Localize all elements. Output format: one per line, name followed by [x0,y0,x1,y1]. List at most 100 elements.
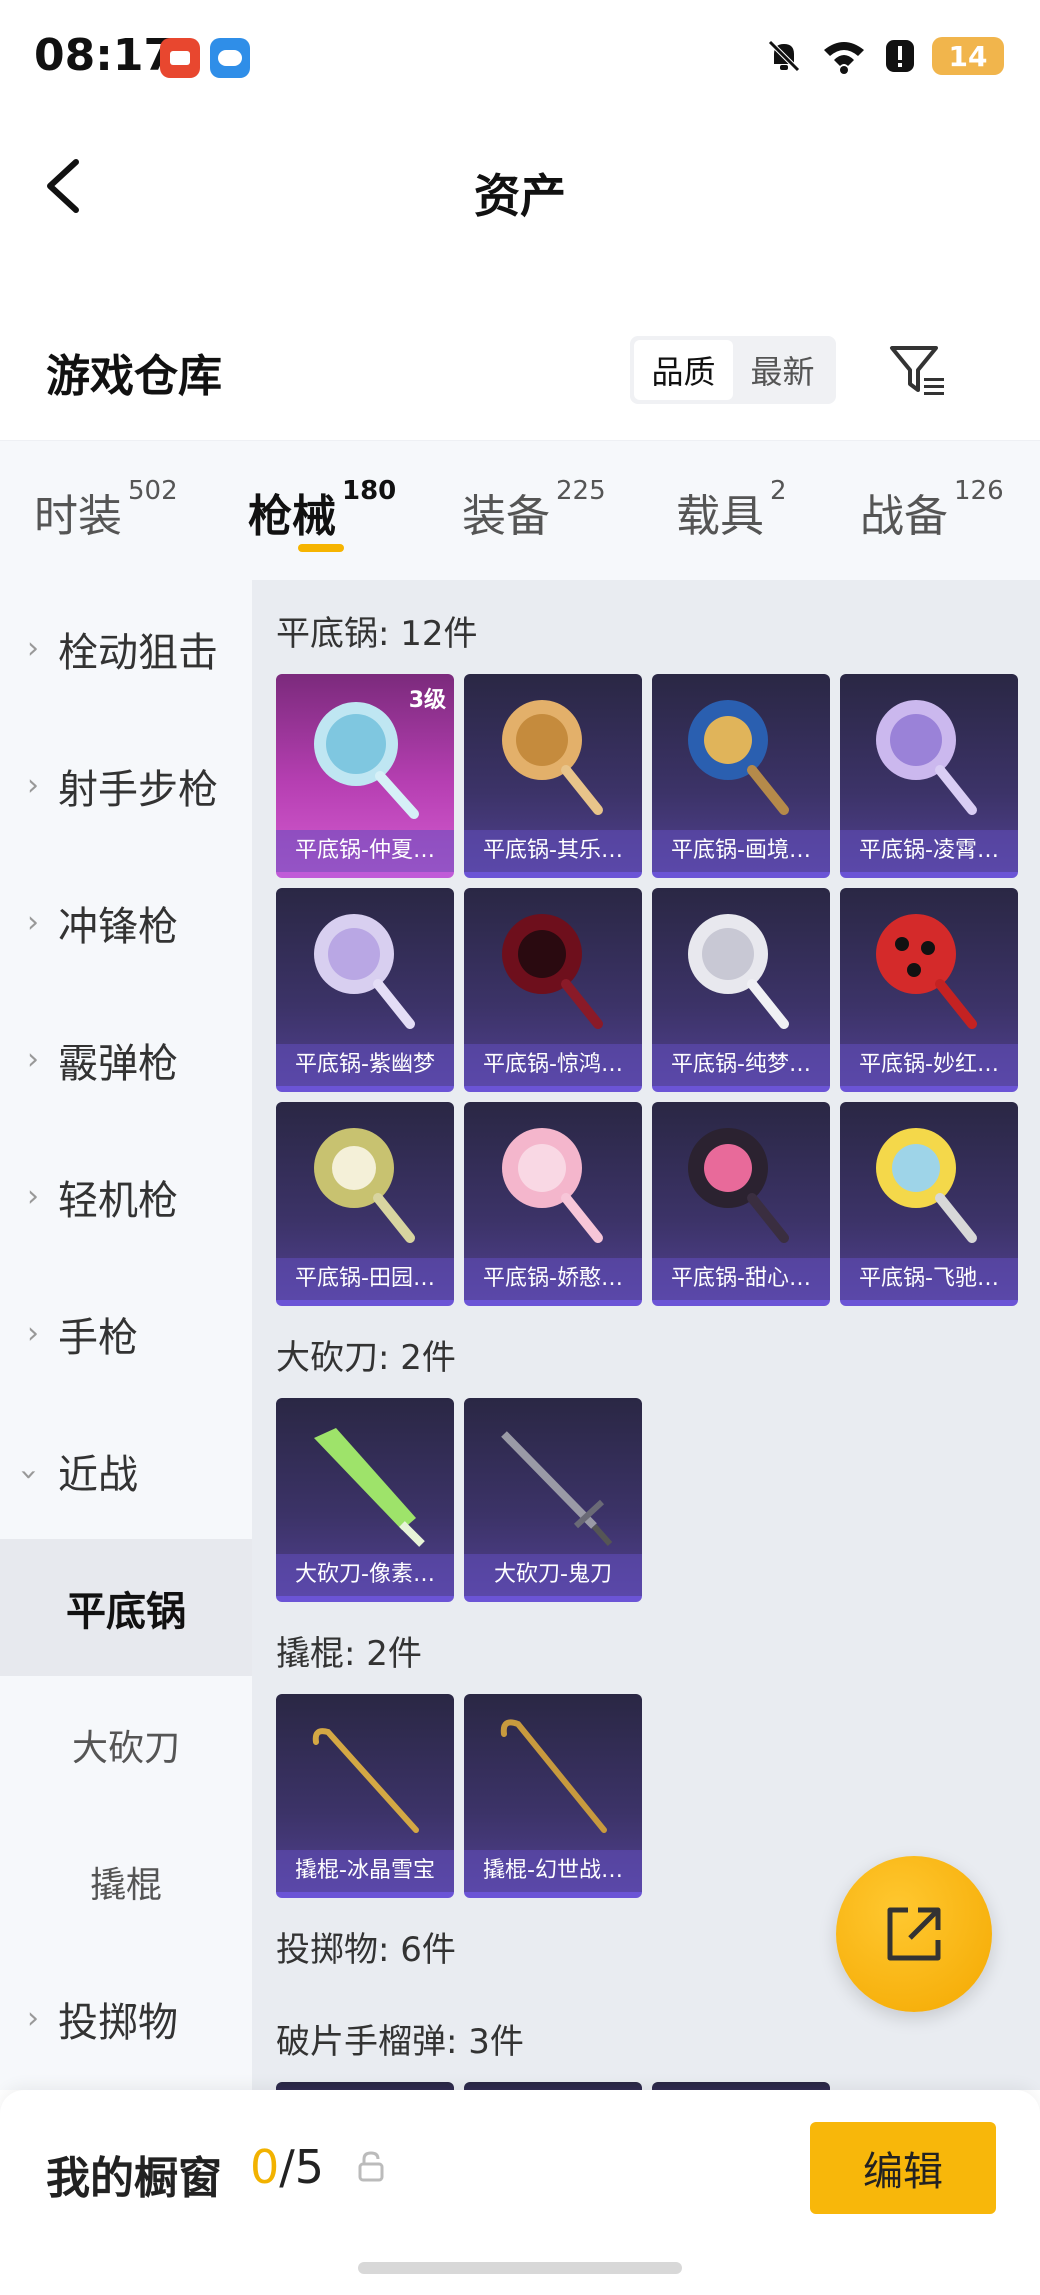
section-title-crowbar: 撬棍: 2件 [276,1634,422,1674]
crowbar-icon [500,1719,607,1833]
tab-supplies[interactable]: 战备 126 [860,476,1004,544]
item-name: 平底锅-惊鸿… [464,1044,642,1086]
pan-icon [876,1128,977,1243]
sidebar-item-shotgun[interactable]: › 霰弹枪 [0,991,252,1128]
item-card[interactable]: 平底锅-纯梦… [652,888,830,1092]
tab-vehicles[interactable]: 载具 2 [676,476,787,544]
sidebar-item-smg[interactable]: › 冲锋枪 [0,854,252,991]
sidebar-item-marksman-rifle[interactable]: › 射手步枪 [0,717,252,854]
item-name: 平底锅-纯梦… [652,1044,830,1086]
sidebar-subitem-pan[interactable]: 平底锅 [0,1539,252,1676]
home-indicator [358,2262,682,2274]
status-icons: 14 [764,36,1004,76]
item-card[interactable]: 大砍刀-鬼刀 [464,1398,642,1602]
chevron-right-icon: › [27,1316,39,1351]
item-name: 撬棍-幻世战… [464,1850,642,1892]
tab-guns[interactable]: 枪械 180 [248,476,396,544]
tab-fashion[interactable]: 时装 502 [34,476,178,544]
item-card[interactable] [464,2082,642,2090]
item-name: 平底锅-飞驰… [840,1258,1018,1300]
pan-icon [688,700,789,815]
item-name: 大砍刀-像素… [276,1554,454,1596]
item-card[interactable]: 撬棍-幻世战… [464,1694,642,1898]
item-card[interactable] [276,2082,454,2090]
item-name: 平底锅-紫幽梦 [276,1044,454,1086]
showcase-label: 我的橱窗 [46,2153,222,2204]
item-card[interactable]: 平底锅-田园… [276,1102,454,1306]
machete-icon [314,1428,425,1547]
pan-icon [688,914,789,1029]
item-card[interactable]: 平底锅-画境… [652,674,830,878]
wifi-icon [824,42,864,74]
showcase-count: 0/5 [250,2140,325,2194]
active-tab-indicator [298,544,344,552]
lock-icon [358,2151,384,2182]
item-card[interactable]: 平底锅-惊鸿… [464,888,642,1092]
crowbar-icon [312,1728,419,1833]
item-name: 平底锅-妙红… [840,1044,1018,1086]
item-name: 平底锅-凌霄… [840,830,1018,872]
section-title-frag-grenade: 破片手榴弹: 3件 [276,2022,524,2062]
chevron-down-icon: › [11,1468,47,1481]
sidebar-item-melee[interactable]: › 近战 [0,1402,252,1539]
tab-equipment[interactable]: 装备 225 [462,476,606,544]
item-card[interactable]: 平底锅-甜心… [652,1102,830,1306]
item-card[interactable]: 大砍刀-像素… [276,1398,454,1602]
battery-indicator: 14 [932,37,1004,75]
sort-newest-option[interactable]: 最新 [733,340,832,400]
sort-quality-option[interactable]: 品质 [634,340,733,400]
item-name: 平底锅-甜心… [652,1258,830,1300]
item-name: 大砍刀-鬼刀 [464,1554,642,1596]
share-button[interactable] [836,1856,992,2012]
item-card[interactable] [652,2082,830,2090]
item-card[interactable]: 平底锅-娇憨… [464,1102,642,1306]
item-name: 撬棍-冰晶雪宝 [276,1850,454,1892]
item-card[interactable]: 平底锅-凌霄… [840,674,1018,878]
item-card[interactable]: 平底锅-飞驰… [840,1102,1018,1306]
status-bar: 08:17 14 [0,0,1040,120]
edit-button[interactable]: 编辑 [810,2122,996,2214]
warehouse-title: 游戏仓库 [46,351,222,402]
filter-icon[interactable] [888,340,948,400]
app-header: 资产 [0,120,1040,250]
pan-icon [688,1128,789,1243]
sidebar-subitem-crowbar[interactable]: 撬棍 [0,1813,252,1950]
item-name: 平底锅-娇憨… [464,1258,642,1300]
item-card[interactable]: 撬棍-冰晶雪宝 [276,1694,454,1898]
item-name: 平底锅-其乐… [464,830,642,872]
recorder-app-icon [160,38,200,78]
pan-icon [876,700,977,815]
item-name: 平底锅-画境… [652,830,830,872]
pan-icon [502,914,603,1029]
sidebar-item-throwables[interactable]: › 投掷物 [0,1950,252,2087]
item-card[interactable]: 平底锅-妙红… [840,888,1018,1092]
showcase-bar: 我的橱窗 0/5 编辑 [0,2090,1040,2295]
mute-bell-icon [768,40,800,72]
item-name: 平底锅-仲夏… [276,830,454,872]
machete-icon [501,1431,613,1546]
sidebar: › 栓动狙击 › 射手步枪 › 冲锋枪 › 霰弹枪 › 轻机枪 › 手枪 › 近战 平底锅 大… [0,580,252,2090]
sidebar-item-pistol[interactable]: › 手枪 [0,1265,252,1402]
pan-icon [502,1128,603,1243]
share-icon [887,1907,941,1961]
alert-icon [886,40,914,72]
pan-icon [502,700,603,815]
item-name: 平底锅-田园… [276,1258,454,1300]
sidebar-subitem-machete[interactable]: 大砍刀 [0,1676,252,1813]
item-card[interactable]: 平底锅-紫幽梦 [276,888,454,1092]
pan-icon [876,914,977,1029]
item-card[interactable]: 平底锅-其乐… [464,674,642,878]
sidebar-item-lmg[interactable]: › 轻机枪 [0,1128,252,1265]
sort-toggle: 品质 最新 [630,336,836,404]
item-card[interactable]: 3级 平底锅-仲夏… [276,674,454,878]
page-title: 资产 [474,169,566,223]
weather-app-icon [210,38,250,78]
sidebar-item-bolt-sniper[interactable]: › 栓动狙击 [0,580,252,717]
chevron-right-icon: › [27,1042,39,1077]
chevron-right-icon: › [27,2001,39,2036]
chevron-right-icon: › [27,631,39,666]
pan-icon [314,914,415,1029]
status-time: 08:17 [34,30,175,81]
chevron-right-icon: › [27,768,39,803]
section-title-pan: 平底锅: 12件 [276,614,478,654]
